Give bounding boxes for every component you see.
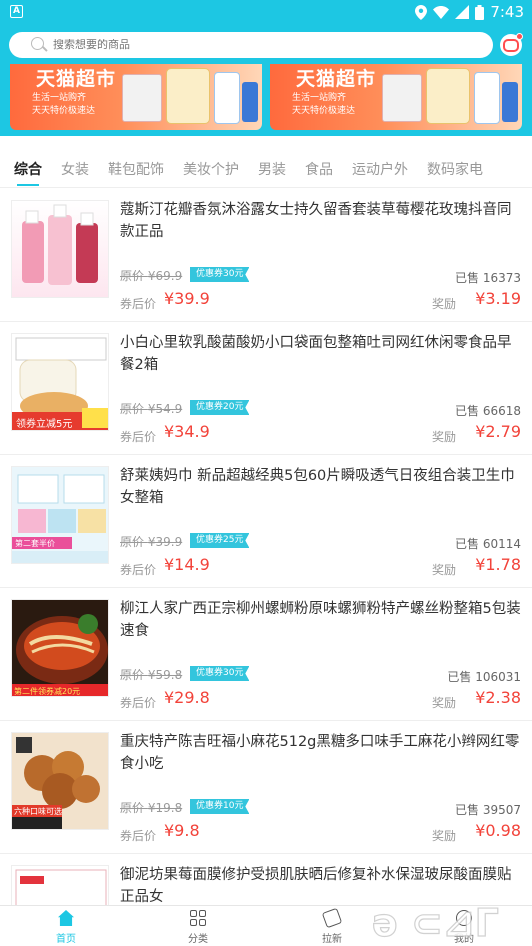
after-coupon-label: 券后价	[120, 829, 157, 843]
nav-label: 首页	[56, 934, 76, 945]
product-image: 领券立减5元	[11, 333, 109, 431]
product-title: 小白心里软乳酸菌酸奶小口袋面包整箱吐司网红休闲零食品早餐2箱	[120, 335, 512, 373]
thumb-promo-text: 六种口味可选	[14, 806, 62, 816]
reward-label: 奖励	[431, 696, 456, 710]
after-coupon-label: 券后价	[120, 430, 157, 444]
banner-title: 天猫超市	[296, 68, 377, 90]
tab-digital[interactable]: 数码家电	[427, 146, 483, 188]
thumb-promo-text: 领券立减5元	[16, 417, 72, 430]
status-bar: A 7:43	[0, 0, 532, 24]
after-coupon-label: 券后价	[120, 297, 157, 311]
sold-count: 已售 66618	[454, 404, 521, 418]
search-icon	[29, 35, 49, 55]
search-bar[interactable]	[9, 32, 493, 58]
reward-label: 奖励	[431, 430, 456, 444]
tab-mens-clothing[interactable]: 男装	[258, 146, 286, 188]
tab-beauty[interactable]: 美妆个护	[183, 146, 239, 188]
banner-tmall-2[interactable]: 天猫超市 生活一站购齐 天天特价极速达	[270, 64, 522, 130]
product-card[interactable]: 六种口味可选 重庆特产陈吉旺福小麻花512g黑糖多口味手工麻花小辫网红零食小吃 …	[0, 721, 532, 854]
reward-amount: ¥2.79	[475, 422, 521, 441]
notification-icon: A	[10, 5, 23, 18]
message-icon[interactable]	[500, 33, 523, 56]
nav-home[interactable]: 首页	[26, 906, 106, 946]
tab-comprehensive[interactable]: 综合	[14, 146, 42, 188]
product-card[interactable]: 第二套半价 舒莱姨妈巾 新品超越经典5包60片瞬吸透气日夜组合装卫生巾女整箱 原…	[0, 455, 532, 588]
coupon-tag[interactable]: 优惠券30元	[190, 666, 250, 681]
thumb-promo-text: 第二件领券减20元	[14, 686, 80, 696]
wifi-icon	[433, 5, 450, 19]
product-image	[11, 865, 109, 905]
app-screen: A 7:43 天猫超市 生活一站购齐 天天特价极速达 天猫超市 生活一站购齐	[0, 0, 532, 946]
banner-products-image	[382, 66, 518, 126]
original-price: 原价 ¥69.9	[120, 269, 183, 283]
banner-subtitle: 生活一站购齐	[292, 93, 347, 103]
sold-count: 已售 39507	[454, 803, 521, 817]
svg-text:ə ⊂⊿Γ: ə ⊂⊿Γ	[372, 901, 499, 945]
original-price: 原价 ¥39.9	[120, 535, 183, 549]
banner-tmall-1[interactable]: 天猫超市 生活一站购齐 天天特价极速达	[10, 64, 262, 130]
nav-label: 分类	[188, 934, 208, 945]
product-image: 第二件领券减20元	[11, 599, 109, 697]
original-price: 原价 ¥19.8	[120, 801, 183, 815]
after-coupon-label: 券后价	[120, 563, 157, 577]
battery-icon	[475, 4, 485, 20]
coupon-price: ¥14.9	[164, 555, 210, 574]
product-card[interactable]: 第二件领券减20元 柳江人家广西正宗柳州螺蛳粉原味螺狮粉特产螺丝粉整箱5包装速食…	[0, 588, 532, 721]
coupon-price: ¥29.8	[164, 688, 210, 707]
home-icon	[58, 910, 74, 926]
status-icons: 7:43	[415, 0, 524, 24]
banner-products-image	[122, 66, 258, 126]
original-price: 原价 ¥54.9	[120, 402, 183, 416]
reward-amount: ¥0.98	[475, 821, 521, 840]
product-image: 六种口味可选	[11, 732, 109, 830]
tab-womens-clothing[interactable]: 女装	[61, 146, 89, 188]
reward-label: 奖励	[431, 297, 456, 311]
banner-strip: 天猫超市 生活一站购齐 天天特价极速达 天猫超市 生活一站购齐 天天特价极速达	[0, 64, 532, 136]
reward-label: 奖励	[431, 829, 456, 843]
product-image	[11, 200, 109, 298]
coupon-price: ¥39.9	[164, 289, 210, 308]
banner-subtitle: 生活一站购齐	[32, 93, 87, 103]
tab-sports[interactable]: 运动户外	[352, 146, 408, 188]
banner-subtitle: 天天特价极速达	[32, 106, 96, 116]
coupon-price: ¥34.9	[164, 422, 210, 441]
reward-amount: ¥1.78	[475, 555, 521, 574]
product-list: 蔻斯汀花瓣香氛沐浴露女士持久留香套装草莓樱花玫瑰抖音同款正品 原价 ¥69.9 …	[0, 189, 532, 905]
reward-label: 奖励	[431, 563, 456, 577]
product-title: 柳江人家广西正宗柳州螺蛳粉原味螺狮粉特产螺丝粉整箱5包装速食	[120, 601, 521, 639]
product-image: 第二套半价	[11, 466, 109, 564]
original-price: 原价 ¥59.8	[120, 668, 183, 682]
search-header	[0, 24, 532, 64]
search-input[interactable]	[53, 39, 473, 51]
product-title: 蔻斯汀花瓣香氛沐浴露女士持久留香套装草莓樱花玫瑰抖音同款正品	[120, 202, 512, 240]
banner-title: 天猫超市	[36, 68, 117, 90]
product-title: 重庆特产陈吉旺福小麻花512g黑糖多口味手工麻花小辫网红零食小吃	[120, 734, 520, 772]
after-coupon-label: 券后价	[120, 696, 157, 710]
signal-icon	[455, 5, 470, 19]
tab-shoes-bags[interactable]: 鞋包配饰	[108, 146, 164, 188]
thumb-promo-text: 第二套半价	[15, 538, 55, 548]
reward-amount: ¥2.38	[475, 688, 521, 707]
category-tabs: 综合 女装 鞋包配饰 美妆个护 男装 食品 运动户外 数码家电	[0, 146, 532, 188]
watermark-logo: ə ⊂⊿Γ	[371, 900, 499, 945]
reward-amount: ¥3.19	[475, 289, 521, 308]
coupon-price: ¥9.8	[164, 821, 200, 840]
clock: 7:43	[490, 3, 524, 21]
sold-count: 已售 60114	[454, 537, 521, 551]
sold-count: 已售 106031	[447, 670, 521, 684]
unread-dot	[516, 33, 523, 40]
sold-count: 已售 16373	[454, 271, 521, 285]
banner-subtitle: 天天特价极速达	[292, 106, 356, 116]
tab-food[interactable]: 食品	[305, 146, 333, 188]
location-icon	[415, 4, 428, 20]
coupon-tag[interactable]: 优惠券20元	[190, 400, 250, 415]
coupon-tag[interactable]: 优惠券30元	[190, 267, 250, 282]
nav-category[interactable]: 分类	[158, 906, 238, 946]
category-icon	[190, 910, 206, 926]
coupon-tag[interactable]: 优惠券10元	[190, 799, 250, 814]
product-card[interactable]: 领券立减5元 小白心里软乳酸菌酸奶小口袋面包整箱吐司网红休闲零食品早餐2箱 原价…	[0, 322, 532, 455]
product-card[interactable]: 蔻斯汀花瓣香氛沐浴露女士持久留香套装草莓樱花玫瑰抖音同款正品 原价 ¥69.9 …	[0, 189, 532, 322]
product-title: 舒莱姨妈巾 新品超越经典5包60片瞬吸透气日夜组合装卫生巾女整箱	[120, 468, 515, 506]
coupon-tag[interactable]: 优惠券25元	[190, 533, 250, 548]
